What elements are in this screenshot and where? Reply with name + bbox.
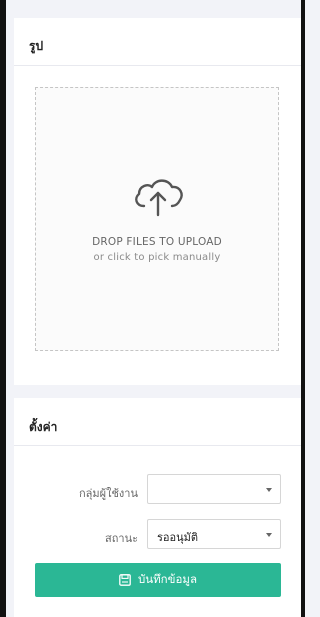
file-dropzone[interactable]: DROP FILES TO UPLOAD or click to pick ma… [35,87,279,351]
save-button[interactable]: บันทึกข้อมูล [35,563,281,597]
chevron-down-icon [266,488,272,492]
user-group-select[interactable] [147,474,281,504]
status-label: สถานะ [105,532,138,545]
settings-card-title: ตั้งค่า [29,420,58,434]
save-button-label: บันทึกข้อมูล [137,572,198,586]
photo-card-divider [14,65,301,66]
dropzone-sub-text: or click to pick manually [93,252,221,263]
dropzone-main-text: DROP FILES TO UPLOAD [92,236,222,248]
status-select[interactable]: รออนุมัติ [147,519,281,549]
window-border-left [0,0,6,617]
user-group-label: กลุ่มผู้ใช้งาน [78,487,138,500]
settings-card: ตั้งค่า กลุ่มผู้ใช้งาน สถานะ รออนุมัติ บ… [14,398,301,617]
status-value: รออนุมัติ [157,531,199,544]
window-border-right [301,0,305,617]
cloud-upload-icon [135,179,183,217]
photo-card: รูป DROP FILES TO UPLOAD or click to pic… [14,18,301,385]
photo-card-title: รูป [29,39,44,53]
save-icon [119,574,131,586]
settings-card-divider [14,445,301,446]
chevron-down-icon [266,533,272,537]
